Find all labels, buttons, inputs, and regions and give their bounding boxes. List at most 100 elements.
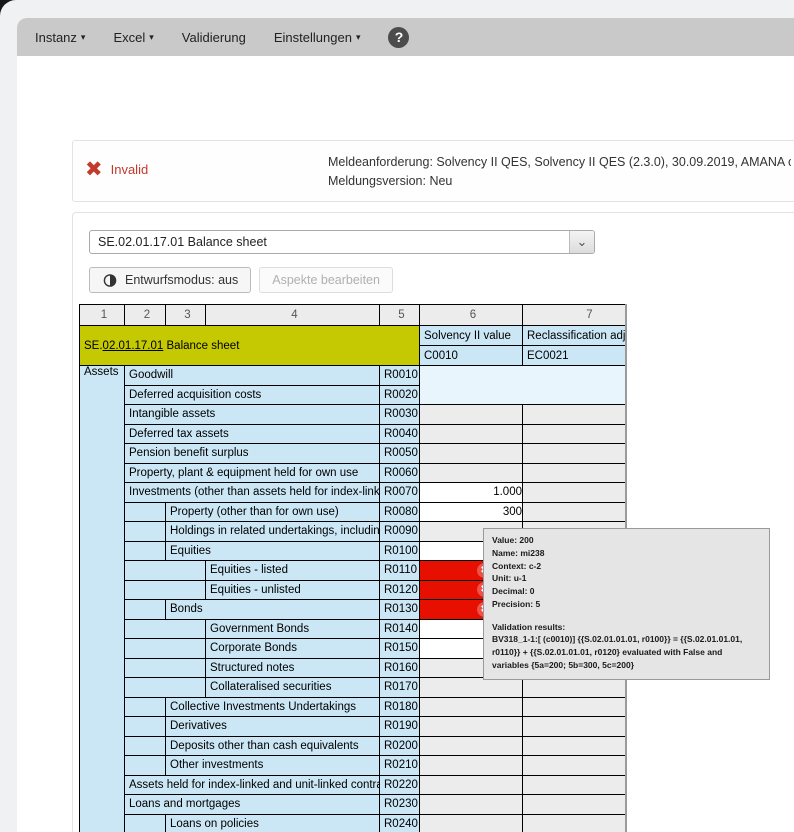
data-cell-ec0021	[523, 483, 628, 503]
row-code-cell: R0040	[380, 424, 420, 444]
data-cell-ec0021	[523, 756, 628, 776]
invalid-x-icon: ✖	[85, 159, 103, 180]
row-label-cell: Investments (other than assets held for …	[125, 483, 380, 503]
data-cell-c0010	[420, 444, 523, 464]
row-label-cell: Deposits other than cash equivalents	[166, 736, 380, 756]
data-cell-c0010	[420, 424, 523, 444]
indent-cell	[125, 522, 166, 542]
row-label-cell: Loans and mortgages	[125, 795, 380, 815]
table-title-row: SE.02.01.17.01 Balance sheet Solvency II…	[80, 326, 628, 346]
row-label-cell: Deferred acquisition costs	[125, 385, 380, 405]
help-glyph: ?	[395, 29, 404, 45]
edit-aspects-label: Aspekte bearbeiten	[272, 273, 380, 287]
row-label-cell: Collateralised securities	[206, 678, 380, 698]
row-code-cell: R0100	[380, 541, 420, 561]
empty-data-block	[420, 366, 628, 405]
report-info: Meldeanforderung: Solvency II QES, Solve…	[328, 153, 791, 192]
row-code-cell: R0210	[380, 756, 420, 776]
col-number: 7	[523, 305, 628, 326]
row-label-cell: Equities	[166, 541, 380, 561]
indent-cell	[125, 678, 206, 698]
indent-cell	[125, 600, 166, 620]
table-row: Property (other than for own use)R008030…	[80, 502, 628, 522]
row-code-cell: R0200	[380, 736, 420, 756]
indent-cell	[125, 639, 206, 659]
table-row: Collective Investments UndertakingsR0180	[80, 697, 628, 717]
column-number-row: 1 2 3 4 5 6 7	[80, 305, 628, 326]
app-background: Instanz ▾ Excel ▾ Validierung Einstellun…	[0, 0, 794, 832]
row-code-cell: R0070	[380, 483, 420, 503]
row-code-cell: R0150	[380, 639, 420, 659]
data-cell-c0010	[420, 697, 523, 717]
table-row: Loans and mortgagesR0230	[80, 795, 628, 815]
menu-einstellungen-label: Einstellungen	[274, 30, 352, 45]
edit-aspects-button[interactable]: Aspekte bearbeiten	[259, 267, 393, 293]
data-cell-c0010	[420, 405, 523, 425]
data-cell-c0010	[420, 795, 523, 815]
row-code-cell: R0020	[380, 385, 420, 405]
caret-down-icon: ▾	[149, 32, 154, 43]
row-label-cell: Holdings in related undertakings, includ…	[166, 522, 380, 542]
menu-validierung[interactable]: Validierung	[182, 30, 246, 45]
validation-status-box: ✖ Invalid Meldeanforderung: Solvency II …	[72, 140, 794, 202]
data-cell-ec0021	[523, 697, 628, 717]
col-number: 5	[380, 305, 420, 326]
menu-validierung-label: Validierung	[182, 30, 246, 45]
indent-cell	[125, 814, 166, 832]
data-cell-ec0021	[523, 814, 628, 832]
menu-instanz[interactable]: Instanz ▾	[35, 30, 85, 45]
tooltip-value-line: Value: 200	[492, 534, 761, 547]
row-code-cell: R0240	[380, 814, 420, 832]
row-label-cell: Equities - listed	[206, 561, 380, 581]
col-number: 1	[80, 305, 125, 326]
menu-einstellungen[interactable]: Einstellungen ▾	[274, 30, 361, 45]
template-title-link[interactable]: 02.01.17.01	[103, 340, 164, 352]
data-cell-c0010	[420, 463, 523, 483]
table-row: Pension benefit surplusR0050	[80, 444, 628, 464]
row-code-cell: R0030	[380, 405, 420, 425]
col-number: 3	[166, 305, 206, 326]
caret-down-icon: ▾	[81, 32, 86, 43]
help-icon[interactable]: ?	[388, 27, 409, 48]
indent-cell	[125, 580, 206, 600]
indent-cell	[125, 502, 166, 522]
row-label-cell: Government Bonds	[206, 619, 380, 639]
report-version-line: Meldungsversion: Neu	[328, 172, 791, 191]
col-number: 6	[420, 305, 523, 326]
draft-mode-button[interactable]: Entwurfsmodus: aus	[89, 267, 251, 293]
data-cell-ec0021	[523, 444, 628, 464]
data-cell-ec0021	[523, 678, 628, 698]
tooltip-decimal-line: Decimal: 0	[492, 585, 761, 598]
table-row: Other investmentsR0210	[80, 756, 628, 776]
data-cell-c0010[interactable]: 1.000	[420, 483, 523, 503]
row-label-cell: Pension benefit surplus	[125, 444, 380, 464]
template-select-value: SE.02.01.17.01 Balance sheet	[90, 235, 569, 249]
tooltip-precision-line: Precision: 5	[492, 598, 761, 611]
data-cell-c0010	[420, 736, 523, 756]
menubar: Instanz ▾ Excel ▾ Validierung Einstellun…	[17, 18, 794, 56]
row-code-cell: R0090	[380, 522, 420, 542]
content-card: ✖ Invalid Meldeanforderung: Solvency II …	[17, 56, 794, 832]
row-code-cell: R0130	[380, 600, 420, 620]
col7-code: EC0021	[523, 346, 628, 366]
data-cell-c0010	[420, 814, 523, 832]
indent-cell	[125, 619, 206, 639]
validation-tooltip: Value: 200 Name: mi238 Context: c-2 Unit…	[483, 528, 770, 680]
row-label-cell: Property (other than for own use)	[166, 502, 380, 522]
template-title-cell: SE.02.01.17.01 Balance sheet	[80, 326, 420, 366]
tooltip-validation-message: BV318_1-1:[ (c0010)] {{S.02.01.01.01, r0…	[492, 633, 761, 671]
menu-excel-label: Excel	[113, 30, 145, 45]
template-select[interactable]: SE.02.01.17.01 Balance sheet ⌄	[89, 230, 595, 254]
indent-cell	[125, 658, 206, 678]
table-row: Loans on policiesR0240	[80, 814, 628, 832]
menu-excel[interactable]: Excel ▾	[113, 30, 153, 45]
data-cell-ec0021	[523, 795, 628, 815]
data-cell-c0010	[420, 756, 523, 776]
col-number: 2	[125, 305, 166, 326]
table-row: AssetsGoodwillR0010	[80, 366, 628, 386]
row-label-cell: Corporate Bonds	[206, 639, 380, 659]
tooltip-unit-line: Unit: u-1	[492, 572, 761, 585]
data-cell-c0010[interactable]: 300	[420, 502, 523, 522]
report-requirement-line: Meldeanforderung: Solvency II QES, Solve…	[328, 153, 791, 172]
row-label-cell: Assets held for index-linked and unit-li…	[125, 775, 380, 795]
